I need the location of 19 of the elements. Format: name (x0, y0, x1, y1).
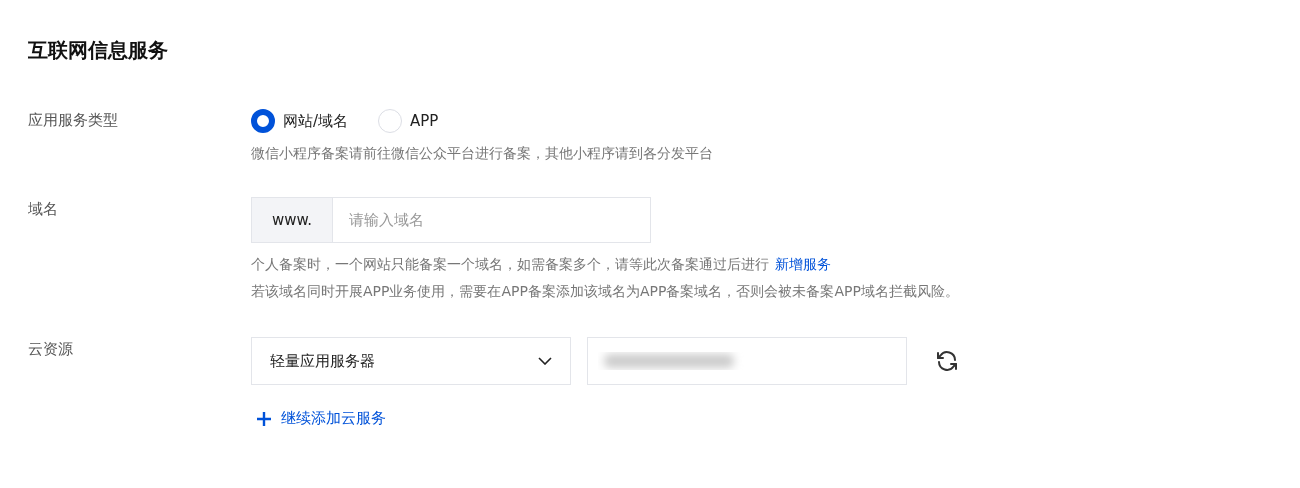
domain-field[interactable]: www. 请输入域名 (251, 197, 651, 243)
hint-text: 个人备案时，一个网站只能备案一个域名，如需备案多个，请等此次备案通过后进行 (251, 255, 769, 274)
field-label: 云资源 (28, 339, 74, 360)
chevron-down-icon (538, 357, 552, 365)
field-label: 域名 (28, 199, 59, 220)
resource-instance-field[interactable] (587, 337, 907, 385)
add-cloud-service-link[interactable]: 继续添加云服务 (257, 409, 386, 428)
radio-circle-icon[interactable] (251, 109, 275, 133)
add-service-link[interactable]: 新增服务 (775, 255, 831, 274)
resource-type-select[interactable]: 轻量应用服务器 (251, 337, 571, 385)
plus-icon (257, 411, 271, 426)
hint-text: 微信小程序备案请前往微信公众平台进行备案，其他小程序请到各分发平台 (251, 144, 713, 163)
hint-text: 若该域名同时开展APP业务使用，需要在APP备案添加该域名为APP备案域名，否则会被未备案APP域名拦截风险。 (251, 282, 959, 301)
radio-option[interactable]: 网站/域名 (251, 109, 349, 133)
section-title: 互联网信息服务 (28, 37, 169, 64)
radio-option[interactable]: APP (378, 109, 439, 133)
refresh-icon[interactable] (935, 349, 959, 373)
prefix-addon: www. (252, 198, 333, 242)
field-label: 应用服务类型 (28, 110, 119, 131)
